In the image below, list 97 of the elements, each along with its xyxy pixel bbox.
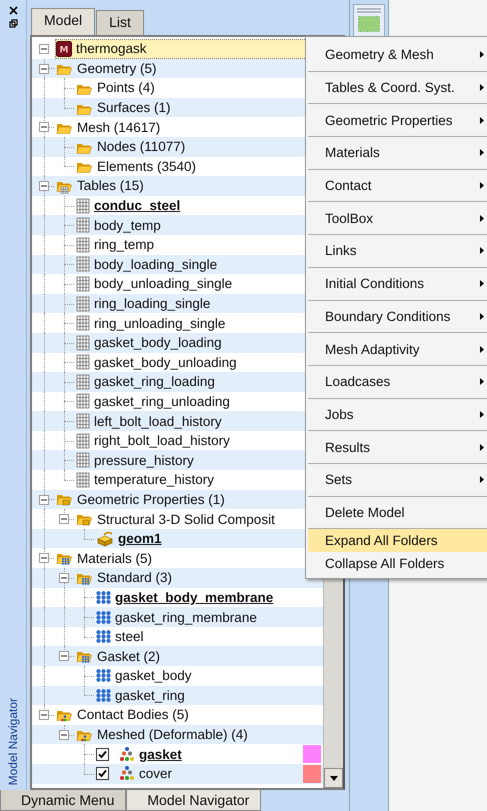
table-icon <box>76 432 90 449</box>
table-icon <box>76 315 90 332</box>
tree-item-label: ring_temp <box>94 237 154 252</box>
tree-item-label: Structural 3-D Solid Composit <box>97 512 275 527</box>
menu-item[interactable]: Jobs <box>308 398 487 432</box>
tree-item-label: Tables (15) <box>77 178 144 194</box>
tree-item-label: gasket_ring_membrane <box>115 610 257 625</box>
expander-icon[interactable] <box>39 181 49 192</box>
tab[interactable]: Model <box>31 8 96 35</box>
tree-item-label: ring_loading_single <box>94 296 210 312</box>
grid-icon[interactable] <box>358 16 380 32</box>
material-icon <box>96 669 111 682</box>
checkbox[interactable] <box>96 748 109 761</box>
tree-item-label: Mesh (14617) <box>77 120 160 135</box>
table-icon <box>76 217 90 234</box>
table-icon <box>76 236 90 253</box>
expander-icon[interactable] <box>39 710 49 720</box>
checkbox[interactable] <box>96 767 109 780</box>
table-icon <box>76 452 90 468</box>
tree-item-label: Nodes (11077) <box>97 139 186 154</box>
tree-item-label: thermogask <box>76 41 147 56</box>
tree-item-label: Contact Bodies (5) <box>77 707 189 722</box>
tab[interactable]: Model Navigator <box>126 790 262 811</box>
close-icon[interactable] <box>8 6 18 15</box>
scroll-down-button[interactable] <box>324 768 343 788</box>
tree-item-label: gasket_ring_loading <box>94 374 215 390</box>
body-icon <box>119 765 135 782</box>
tree-row[interactable]: cover <box>32 764 323 784</box>
tree-item-label: body_loading_single <box>94 256 218 272</box>
tree-row[interactable]: Meshed (Deformable) (4) <box>32 724 323 744</box>
model-icon: M <box>56 40 72 57</box>
tree-item-label: gasket <box>139 746 182 762</box>
tree-item-label: gasket_ring_unloading <box>94 394 230 409</box>
tree-item-label: temperature_history <box>94 472 214 488</box>
panel-title: Model Navigator <box>6 698 20 785</box>
tree-item-label: Gasket (2) <box>97 648 160 664</box>
tree-item-label: gasket_body_unloading <box>94 354 237 370</box>
block-icon <box>96 530 114 547</box>
tree-item-label: steel <box>115 629 144 644</box>
table-icon <box>76 334 90 351</box>
tree-item-label: Points (4) <box>97 80 155 96</box>
tree-item-label: conduc_steel <box>94 198 180 214</box>
material-icon <box>96 630 111 644</box>
expander-icon[interactable] <box>59 514 69 524</box>
tree-item-label: Geometric Properties (1) <box>77 492 225 507</box>
table-icon <box>76 354 90 370</box>
tree-item-label: Standard (3) <box>97 570 172 586</box>
tree-item-label: ring_unloading_single <box>94 316 226 331</box>
expander-icon[interactable] <box>39 44 49 54</box>
grip-icon[interactable] <box>357 8 381 13</box>
tree-row[interactable]: gasket_body_membrane <box>32 588 323 608</box>
tree-item-label: body_unloading_single <box>94 276 232 292</box>
menu-item[interactable]: Boundary Conditions <box>308 300 487 334</box>
table-icon <box>76 472 90 488</box>
table-icon <box>76 256 90 272</box>
tab[interactable]: Dynamic Menu <box>0 790 126 811</box>
table-icon <box>76 413 90 430</box>
table-icon <box>76 393 90 410</box>
tree-item-label: body_temp <box>94 218 161 233</box>
tree-item-label: gasket_ring <box>115 688 185 703</box>
tree-item-label: Elements (3540) <box>97 158 196 174</box>
tree-item-label: gasket_body <box>115 668 192 684</box>
tree-item-label: left_bolt_load_history <box>94 414 222 429</box>
table-icon <box>76 374 90 390</box>
tree-row[interactable]: gasket_ring_membrane <box>32 607 323 627</box>
expander-icon[interactable] <box>59 573 69 584</box>
tree-row[interactable]: gasket_ring <box>32 686 323 706</box>
caret-down-icon <box>330 776 338 780</box>
table-icon <box>76 276 90 292</box>
table-icon <box>76 198 90 214</box>
tree-item-label: Meshed (Deformable) (4) <box>97 727 248 742</box>
tree-row[interactable]: steel <box>32 626 323 646</box>
tree-item-label: gasket_body_membrane <box>115 590 274 605</box>
tree-item-label: right_bolt_load_history <box>94 433 230 448</box>
tree-item-label: pressure_history <box>94 452 194 468</box>
body-icon <box>119 746 135 763</box>
tree-item-label: geom1 <box>118 531 162 546</box>
tree-item-label: Geometry (5) <box>77 60 157 76</box>
expander-icon[interactable] <box>59 651 69 662</box>
expander-icon[interactable] <box>39 64 49 74</box>
tree-row[interactable]: Standard (3) <box>32 568 323 588</box>
expander-icon[interactable] <box>39 494 49 505</box>
expander-icon[interactable] <box>39 553 49 564</box>
material-icon <box>96 590 111 604</box>
tree-item-label: Materials (5) <box>77 550 152 566</box>
tree-row[interactable]: Gasket (2) <box>32 646 323 666</box>
tab[interactable]: List <box>96 10 144 35</box>
material-icon <box>96 610 111 624</box>
restore-icon[interactable] <box>8 19 18 28</box>
table-icon <box>76 296 90 312</box>
tree-item-label: gasket_body_loading <box>94 335 222 350</box>
tree-item-label: Surfaces (1) <box>97 100 171 116</box>
tree-item-label: cover <box>139 766 172 782</box>
expander-icon[interactable] <box>39 122 49 132</box>
expander-icon[interactable] <box>59 730 69 740</box>
material-icon <box>96 688 111 702</box>
menu-item[interactable]: Expand All Folders <box>308 529 487 552</box>
